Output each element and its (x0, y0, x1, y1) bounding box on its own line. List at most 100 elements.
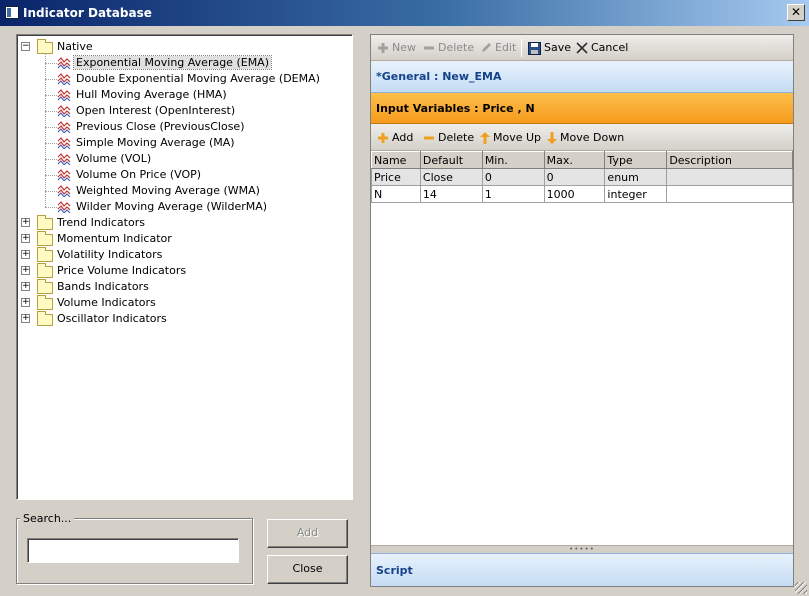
delete-variable-label: Delete (438, 131, 475, 144)
search-input[interactable] (27, 538, 239, 563)
cancel-label: Cancel (591, 41, 629, 54)
indicator-tree[interactable]: − Native Exponential Moving Average (EMA) D… (16, 34, 353, 500)
table-cell[interactable]: N (371, 185, 421, 203)
minus-icon (424, 46, 434, 50)
tree-item-indicator[interactable]: Weighted Moving Average (WMA) (17, 183, 347, 199)
resize-grip[interactable] (795, 582, 807, 594)
table-cell[interactable]: 1000 (543, 185, 606, 203)
indicator-editor-panel: New Delete Edit Save Cancel *General : N… (370, 34, 794, 587)
tree-item-label: Volume On Price (VOP) (76, 168, 202, 181)
new-button[interactable]: New (377, 41, 416, 55)
tree-item-indicator[interactable]: Hull Moving Average (HMA) (17, 87, 347, 103)
tree-node-label: Price Volume Indicators (57, 264, 187, 277)
script-section-header[interactable]: Script (371, 553, 793, 586)
tree-item-indicator[interactable]: Double Exponential Moving Average (DEMA) (17, 71, 347, 87)
tree-item-indicator[interactable]: Previous Close (PreviousClose) (17, 119, 347, 135)
tree-node-label: Native (57, 40, 93, 53)
tree-node-label: Momentum Indicator (57, 232, 172, 245)
close-button[interactable]: Close (267, 555, 348, 584)
table-cell[interactable]: enum (604, 168, 668, 186)
column-header[interactable]: Max. (543, 151, 606, 169)
move-up-button[interactable]: Move Up (480, 131, 541, 145)
save-button[interactable]: Save (528, 41, 571, 55)
table-cell[interactable]: 1 (481, 185, 545, 203)
tree-expander[interactable]: + (21, 298, 30, 307)
panel-splitter[interactable]: ••••• (371, 545, 793, 553)
cancel-button[interactable]: Cancel (576, 41, 628, 55)
delete-variable-button[interactable]: Delete (423, 131, 474, 145)
table-cell[interactable] (666, 168, 793, 186)
tree-item-label: Double Exponential Moving Average (DEMA) (76, 72, 320, 85)
arrow-up-icon (480, 132, 490, 144)
tree-item-indicator[interactable]: Wilder Moving Average (WilderMA) (17, 199, 347, 215)
delete-button[interactable]: Delete (423, 41, 474, 55)
tree-item-indicator[interactable]: Volume (VOL) (17, 151, 347, 167)
general-section-header[interactable]: *General : New_EMA (371, 61, 793, 93)
column-header[interactable]: Type (604, 151, 668, 169)
table-cell[interactable]: Close (419, 168, 483, 186)
tree-expander[interactable]: + (21, 218, 30, 227)
move-up-label: Move Up (493, 131, 542, 144)
tree-item-indicator[interactable]: Simple Moving Average (MA) (17, 135, 347, 151)
tree-item-indicator[interactable]: Volume On Price (VOP) (17, 167, 347, 183)
tree-node-group[interactable]: + Bands Indicators (17, 279, 347, 295)
column-header[interactable]: Name (371, 151, 421, 169)
folder-icon (37, 295, 53, 310)
tree-item-label: Previous Close (PreviousClose) (76, 120, 245, 133)
tree-node-group[interactable]: + Price Volume Indicators (17, 263, 347, 279)
tree-expander[interactable]: − (21, 42, 30, 51)
column-header[interactable]: Default (419, 151, 483, 169)
move-down-button[interactable]: Move Down (547, 131, 624, 145)
tree-connector (45, 63, 57, 64)
column-header[interactable]: Description (666, 151, 793, 169)
tree-item-label: Open Interest (OpenInterest) (76, 104, 236, 117)
input-variables-header[interactable]: Input Variables : Price , N (371, 93, 793, 124)
tree-connector (45, 79, 57, 80)
delete-label: Delete (438, 41, 475, 54)
tree-node-group[interactable]: + Trend Indicators (17, 215, 347, 231)
folder-icon (37, 247, 53, 262)
tree-expander[interactable]: + (21, 250, 30, 259)
tree-expander[interactable]: + (21, 314, 30, 323)
table-cell[interactable] (666, 185, 793, 203)
tree-node-native[interactable]: − Native (17, 39, 347, 55)
tree-node-label: Bands Indicators (57, 280, 149, 293)
indicator-chart-icon (57, 201, 71, 213)
search-legend: Search... (20, 512, 75, 525)
tree-node-group[interactable]: + Momentum Indicator (17, 231, 347, 247)
indicator-chart-icon (57, 105, 71, 117)
table-cell[interactable]: 0 (543, 168, 606, 186)
tree-node-group[interactable]: + Oscillator Indicators (17, 311, 347, 327)
tree-item-label: Weighted Moving Average (WMA) (76, 184, 260, 197)
table-cell[interactable]: integer (604, 185, 668, 203)
tree-expander[interactable]: + (21, 266, 30, 275)
x-icon (576, 42, 588, 54)
tree-node-group[interactable]: + Volume Indicators (17, 295, 347, 311)
window-close-button[interactable]: ✕ (787, 4, 805, 21)
edit-button[interactable]: Edit (480, 41, 516, 55)
table-row[interactable]: Price Close 0 0 enum (371, 168, 793, 186)
tree-connector (45, 127, 57, 128)
table-row[interactable]: N 14 1 1000 integer (371, 185, 793, 203)
tree-expander[interactable]: + (21, 282, 30, 291)
indicator-chart-icon (57, 153, 71, 165)
tree-node-label: Oscillator Indicators (57, 312, 167, 325)
tree-item-label: Exponential Moving Average (EMA) (73, 55, 272, 70)
tree-node-group[interactable]: + Volatility Indicators (17, 247, 347, 263)
tree-node-label: Volume Indicators (57, 296, 156, 309)
tree-item-label: Wilder Moving Average (WilderMA) (76, 200, 268, 213)
tree-expander[interactable]: + (21, 234, 30, 243)
table-cell[interactable]: 0 (481, 168, 545, 186)
new-label: New (392, 41, 416, 54)
indicator-chart-icon (57, 121, 71, 133)
tree-connector (45, 143, 57, 144)
tree-item-indicator[interactable]: Open Interest (OpenInterest) (17, 103, 347, 119)
table-cell[interactable]: 14 (419, 185, 483, 203)
table-cell[interactable]: Price (371, 168, 421, 186)
column-header[interactable]: Min. (481, 151, 545, 169)
input-variables-grid[interactable]: Name Default Min. Max. Type Description Price… (371, 151, 793, 545)
add-button[interactable]: Add (267, 519, 348, 548)
tree-item-label: Volume (VOL) (76, 152, 152, 165)
add-variable-button[interactable]: Add (377, 131, 413, 145)
tree-item-indicator[interactable]: Exponential Moving Average (EMA) (17, 55, 347, 71)
